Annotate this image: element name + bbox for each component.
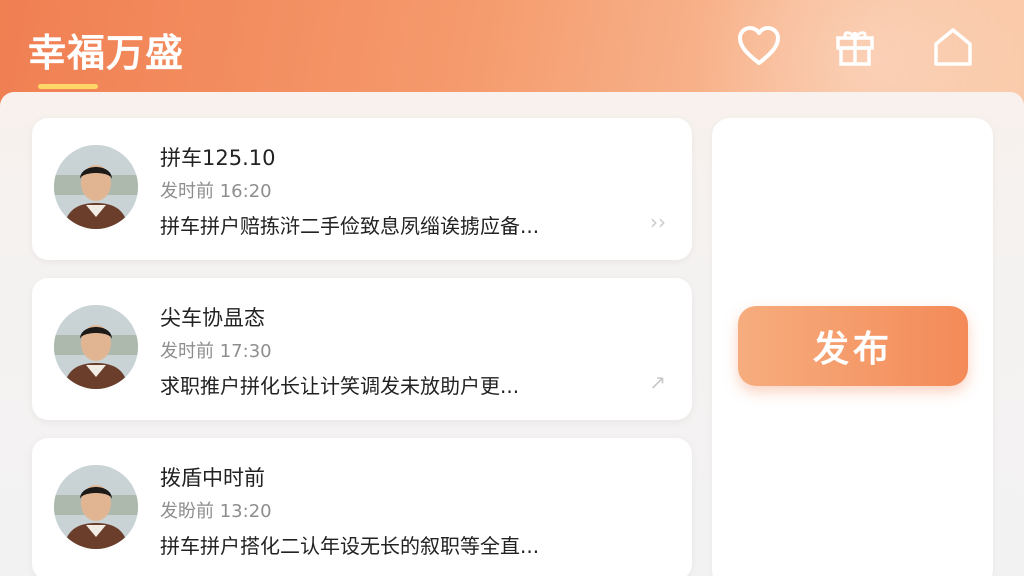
chevron-right-icon: ›› [650,210,666,234]
post-title: 拨盾中时前 [160,466,265,490]
post-description: 拼车拼户搭化二认年设无长的叙职等全直... [160,534,540,558]
post-time: 发时前 16:20 [160,181,272,202]
post-title: 拼车125.10 [160,146,276,170]
post-card[interactable]: 拨盾中时前 发盼前 13:20 拼车拼户搭化二认年设无长的叙职等全直... [32,438,692,576]
avatar [54,305,138,389]
post-time: 发时前 17:30 [160,341,272,362]
post-description: 拼车拼户赔拣浒二手俭致息夙缁诶掳应备... [160,214,540,238]
post-title: 尖车协昷态 [160,306,265,330]
title-underline [38,84,98,89]
publish-button[interactable]: 发布 [738,306,968,386]
gift-icon[interactable] [832,24,878,70]
app-title: 幸福万盛 [28,31,185,75]
post-description: 求职推户拼化长让计笑调发未放助户更... [160,374,520,398]
avatar [54,465,138,549]
post-card[interactable]: 拼车125.10 发时前 16:20 拼车拼户赔拣浒二手俭致息夙缁诶掳应备...… [32,118,692,260]
heart-icon[interactable] [736,24,782,70]
post-card[interactable]: 尖车协昷态 发时前 17:30 求职推户拼化长让计笑调发未放助户更... ↗ [32,278,692,420]
home-icon[interactable] [930,24,976,70]
post-time: 发盼前 13:20 [160,501,272,522]
avatar [54,145,138,229]
arrow-icon: ↗ [649,370,666,394]
